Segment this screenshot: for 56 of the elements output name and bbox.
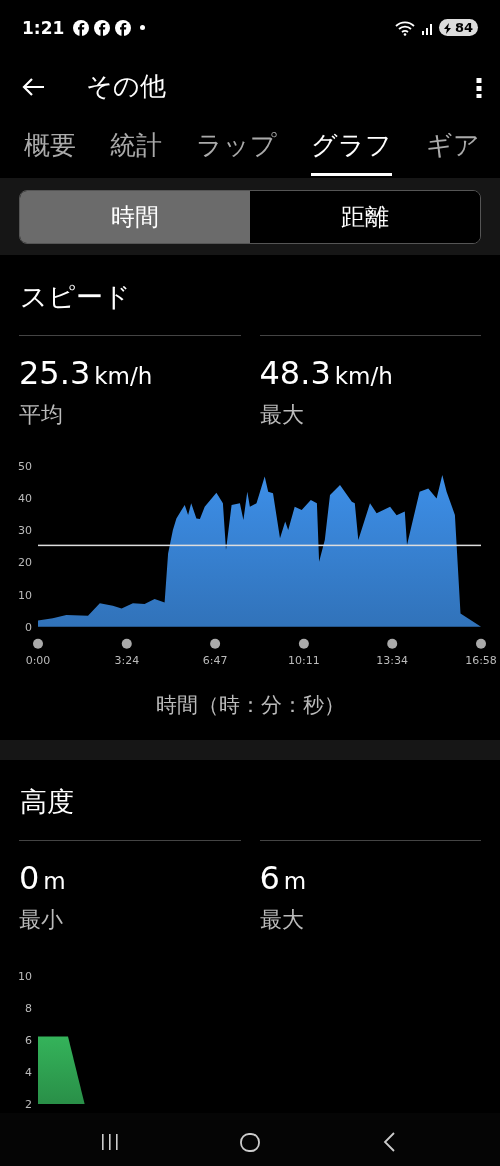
stat-label: 平均 bbox=[19, 401, 64, 429]
y-axis-label: 10 bbox=[18, 588, 32, 602]
stat-label: 最小 bbox=[19, 906, 64, 934]
home-icon bbox=[239, 1131, 261, 1153]
axis-marker-icon bbox=[387, 638, 398, 649]
section-title: スピード bbox=[20, 280, 131, 314]
screen-title: その他 bbox=[86, 70, 166, 103]
app-notification-icon bbox=[73, 19, 90, 36]
stat-label: 最大 bbox=[259, 401, 305, 429]
segment-button[interactable]: 時間 bbox=[20, 191, 250, 243]
y-axis-label: 30 bbox=[18, 524, 32, 538]
stat-value: 0 m bbox=[19, 858, 67, 899]
y-axis-label: 6 bbox=[25, 1033, 32, 1047]
y-axis-label: 0 bbox=[25, 620, 32, 634]
altitude-area bbox=[38, 1036, 85, 1104]
stat-label: 最大 bbox=[259, 906, 305, 934]
stat-value: 48.3 km/h bbox=[259, 353, 394, 394]
x-axis-label: 10:11 bbox=[288, 653, 320, 667]
axis-marker-icon bbox=[298, 638, 309, 649]
tab[interactable]: 概要 bbox=[24, 118, 76, 176]
stat-value: 25.3 km/h bbox=[19, 353, 154, 394]
x-axis-title: 時間（時：分：秒） bbox=[155, 692, 345, 719]
axis-marker-icon bbox=[476, 638, 486, 649]
recent-apps-icon bbox=[99, 1131, 121, 1153]
recent-apps-button[interactable] bbox=[99, 1131, 121, 1153]
app-notification-icon bbox=[94, 19, 111, 36]
tab[interactable]: 統計 bbox=[110, 118, 162, 176]
back-button[interactable] bbox=[22, 76, 46, 97]
x-axis-label: 6:47 bbox=[202, 653, 228, 667]
more-menu-icon bbox=[476, 75, 482, 98]
wifi-icon bbox=[394, 19, 417, 36]
axis-marker-icon bbox=[210, 638, 221, 649]
y-axis-label: 40 bbox=[18, 492, 32, 506]
section-title: 高度 bbox=[20, 785, 74, 819]
y-axis-label: 8 bbox=[25, 1001, 32, 1015]
notification-dot-icon bbox=[140, 25, 146, 30]
y-axis-label: 10 bbox=[18, 969, 32, 983]
app-notification-icon bbox=[115, 19, 132, 36]
tab[interactable]: ギア bbox=[426, 118, 480, 176]
y-axis-label: 50 bbox=[18, 460, 32, 473]
more-options-button[interactable] bbox=[476, 75, 482, 98]
y-axis-label: 2 bbox=[25, 1098, 32, 1111]
clock-time: 1:21 bbox=[22, 17, 65, 38]
x-axis-label: 16:58 bbox=[465, 653, 497, 667]
x-axis-label: 3:24 bbox=[114, 653, 140, 667]
axis-marker-icon bbox=[33, 638, 43, 649]
x-axis-label: 13:34 bbox=[376, 653, 409, 667]
stat-value: 6 m bbox=[259, 858, 308, 899]
y-axis-label: 20 bbox=[18, 556, 32, 570]
back-arrow-icon bbox=[22, 76, 46, 97]
home-button[interactable] bbox=[239, 1131, 261, 1153]
battery-indicator: 84 bbox=[438, 19, 478, 36]
tab[interactable]: ラップ bbox=[196, 118, 277, 176]
x-axis-label: 0:00 bbox=[25, 653, 51, 667]
y-axis-label: 4 bbox=[25, 1065, 32, 1079]
axis-marker-icon bbox=[121, 638, 132, 649]
